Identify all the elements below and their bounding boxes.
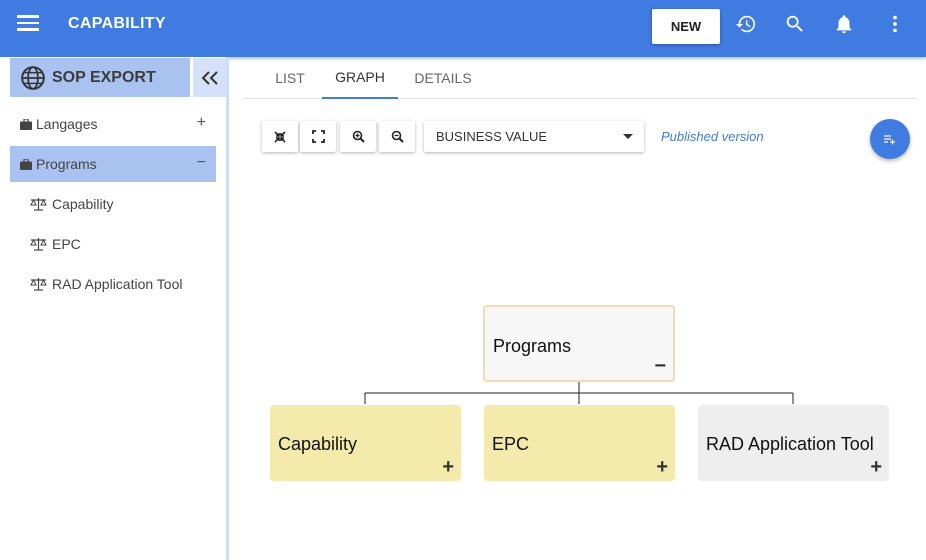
sidebar-item-label: Programs <box>36 156 97 172</box>
project-title: SOP EXPORT <box>52 68 156 86</box>
globe-icon <box>21 65 45 90</box>
playlist-add-icon <box>884 135 895 145</box>
scale-icon <box>30 237 47 251</box>
node-label: Capability <box>278 434 358 454</box>
sidebar-item-programs[interactable]: Programs − <box>10 146 216 182</box>
app-title: CAPABILITY <box>68 15 166 32</box>
scale-icon <box>30 197 47 211</box>
published-version-link[interactable]: Published version <box>661 129 764 144</box>
fullscreen-button[interactable] <box>300 121 336 152</box>
collapse-node-icon[interactable]: − <box>654 356 666 376</box>
node-label: RAD Application Tool <box>706 434 874 454</box>
history-icon[interactable] <box>735 13 757 35</box>
sidebar-item-langages[interactable]: Langages + <box>10 106 216 142</box>
compress-arrows-icon <box>274 130 286 143</box>
app-bar: CAPABILITY NEW <box>0 0 926 57</box>
zoom-in-button[interactable] <box>340 121 376 152</box>
more-vert-icon[interactable] <box>884 13 906 35</box>
sidebar-divider[interactable] <box>226 57 229 560</box>
graph-node-programs[interactable]: Programs − <box>483 305 675 382</box>
new-button[interactable]: NEW <box>652 9 720 44</box>
expand-node-icon[interactable]: + <box>656 457 668 477</box>
double-chevron-left-icon <box>201 70 218 85</box>
node-label: EPC <box>492 434 530 454</box>
node-label: Programs <box>493 336 572 356</box>
sidebar-child-label: RAD Application Tool <box>52 276 183 292</box>
scale-icon <box>30 277 47 291</box>
briefcase-icon <box>20 118 32 130</box>
zoom-out-button[interactable] <box>379 121 415 152</box>
fit-to-screen-button[interactable] <box>262 121 298 152</box>
add-icon[interactable]: + <box>197 114 206 132</box>
sidebar-child-epc[interactable]: EPC <box>30 229 81 259</box>
search-icon[interactable] <box>784 13 806 35</box>
graph-node-capability[interactable]: Capability + <box>270 405 461 481</box>
graph-node-rad-application-tool[interactable]: RAD Application Tool + <box>698 405 889 481</box>
view-tabs: LIST GRAPH DETAILS <box>244 57 916 99</box>
collapse-icon[interactable]: − <box>197 154 206 172</box>
fullscreen-icon <box>311 130 325 143</box>
add-to-list-fab[interactable] <box>870 119 910 159</box>
bell-icon[interactable] <box>833 13 855 35</box>
zoom-in-icon <box>352 130 365 143</box>
sidebar-child-label: EPC <box>52 236 81 252</box>
expand-node-icon[interactable]: + <box>442 457 454 477</box>
briefcase-icon <box>20 158 32 170</box>
tab-graph[interactable]: GRAPH <box>322 57 398 99</box>
project-header[interactable]: SOP EXPORT <box>10 58 190 97</box>
sidebar-child-label: Capability <box>52 196 114 212</box>
select-value: BUSINESS VALUE <box>436 129 548 144</box>
dropdown-caret-icon <box>623 134 633 139</box>
collapse-sidebar-button[interactable] <box>193 58 226 97</box>
sidebar-child-rad-application-tool[interactable]: RAD Application Tool <box>30 269 182 299</box>
graph-attribute-select[interactable]: BUSINESS VALUE <box>424 121 644 152</box>
tab-details[interactable]: DETAILS <box>404 57 482 99</box>
expand-node-icon[interactable]: + <box>870 457 882 477</box>
sidebar-child-capability[interactable]: Capability <box>30 189 113 219</box>
sidebar-item-label: Langages <box>36 116 98 132</box>
graph-node-epc[interactable]: EPC + <box>484 405 675 481</box>
zoom-out-icon <box>391 130 404 143</box>
tab-list[interactable]: LIST <box>260 57 320 99</box>
hamburger-menu-icon[interactable] <box>17 15 39 33</box>
